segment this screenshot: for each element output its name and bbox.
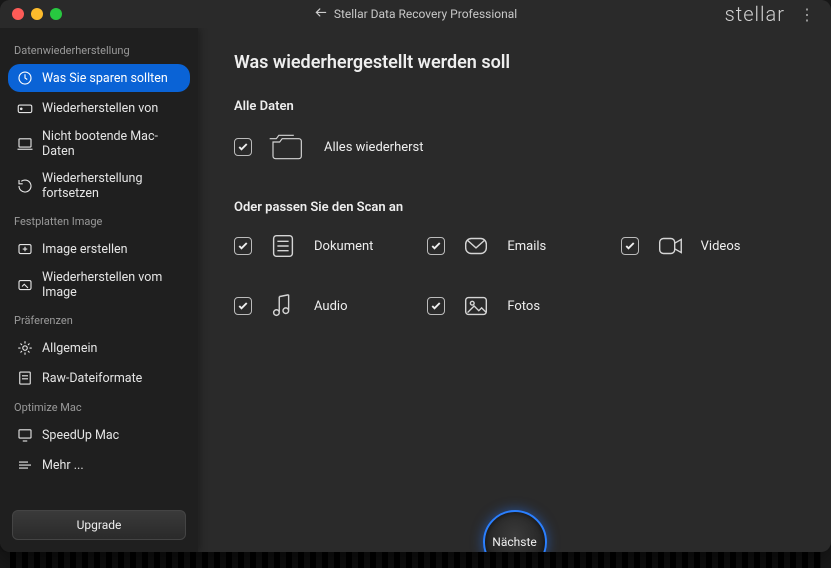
sidebar-item-label: Wiederherstellen vom Image	[42, 270, 182, 300]
sidebar-section-title: Festplatten Image	[8, 207, 190, 234]
sidebar-item-what-to-recover[interactable]: Was Sie sparen sollten	[8, 64, 190, 92]
header-right: stellar ⋮	[725, 2, 819, 26]
sidebar-item-speedup-mac[interactable]: SpeedUp Mac	[8, 421, 190, 449]
checkbox-photos[interactable]	[427, 297, 445, 315]
recovery-type-label: Emails	[507, 239, 546, 254]
window-body: Datenwiederherstellung Was Sie sparen so…	[0, 28, 831, 552]
recovery-type-emails: Emails	[427, 231, 600, 261]
sidebar-item-label: Nicht bootende Mac-Daten	[42, 129, 182, 159]
recovery-type-grid: Dokument Emails Videos Audio	[234, 231, 794, 321]
next-button[interactable]: Nächste	[483, 510, 547, 552]
app-window: Stellar Data Recovery Professional stell…	[0, 0, 831, 552]
photo-icon	[459, 291, 493, 321]
window-title-text: Stellar Data Recovery Professional	[334, 7, 517, 21]
next-button-label: Nächste	[492, 535, 536, 549]
recovery-type-document: Dokument	[234, 231, 407, 261]
sidebar-item-restore-from-image[interactable]: Wiederherstellen vom Image	[8, 265, 190, 305]
image-restore-icon	[16, 276, 34, 294]
sidebar-section-title: Präferenzen	[8, 306, 190, 333]
mac-icon	[16, 135, 34, 153]
main-content: Was wiederhergestellt werden soll Alle D…	[198, 28, 831, 552]
recover-everything-row: Alles wiederherst	[234, 130, 795, 164]
video-icon	[653, 231, 687, 261]
document-icon	[266, 231, 300, 261]
recovery-type-label: Fotos	[507, 299, 540, 314]
traffic-lights	[12, 8, 62, 20]
all-data-heading: Alle Daten	[234, 99, 795, 114]
gear-icon	[16, 339, 34, 357]
speedup-icon	[16, 426, 34, 444]
sidebar-item-non-booting-mac[interactable]: Nicht bootende Mac-Daten	[8, 124, 190, 164]
checkbox-document[interactable]	[234, 237, 252, 255]
resume-icon	[16, 177, 34, 195]
sidebar-item-label: Allgemein	[42, 341, 97, 356]
sidebar-item-label: Mehr ...	[42, 458, 84, 473]
sidebar-item-label: Wiederherstellung fortsetzen	[42, 171, 182, 201]
page-title: Was wiederhergestellt werden soll	[234, 52, 795, 73]
sidebar-section-title: Optimize Mac	[8, 393, 190, 420]
restore-icon	[16, 69, 34, 87]
raw-icon	[16, 369, 34, 387]
upgrade-button[interactable]: Upgrade	[12, 510, 186, 540]
sidebar-item-more[interactable]: Mehr ...	[8, 451, 190, 479]
audio-icon	[266, 291, 300, 321]
sidebar-item-general-prefs[interactable]: Allgemein	[8, 334, 190, 362]
checkbox-everything[interactable]	[234, 138, 252, 156]
checkbox-audio[interactable]	[234, 297, 252, 315]
sidebar-item-label: Wiederherstellen von	[42, 101, 158, 116]
sidebar-item-label: Raw-Dateiformate	[42, 371, 142, 386]
sidebar-item-create-image[interactable]: Image erstellen	[8, 235, 190, 263]
checkbox-videos[interactable]	[621, 237, 639, 255]
recovery-type-photos: Fotos	[427, 291, 600, 321]
drive-icon	[16, 99, 34, 117]
sidebar-item-resume-recovery[interactable]: Wiederherstellung fortsetzen	[8, 166, 190, 206]
folder-stack-icon	[268, 130, 308, 164]
sidebar: Datenwiederherstellung Was Sie sparen so…	[0, 28, 198, 552]
sidebar-item-label: Image erstellen	[42, 242, 128, 257]
window-title: Stellar Data Recovery Professional	[10, 6, 821, 23]
back-icon[interactable]	[314, 6, 328, 23]
customize-heading: Oder passen Sie den Scan an	[234, 200, 795, 215]
sidebar-item-label: Was Sie sparen sollten	[42, 71, 168, 86]
close-window-button[interactable]	[12, 8, 24, 20]
minimize-window-button[interactable]	[31, 8, 43, 20]
sidebar-item-recover-from[interactable]: Wiederherstellen von	[8, 94, 190, 122]
kebab-menu-icon[interactable]: ⋮	[795, 3, 819, 26]
recovery-type-audio: Audio	[234, 291, 407, 321]
image-create-icon	[16, 240, 34, 258]
checkbox-emails[interactable]	[427, 237, 445, 255]
fullscreen-window-button[interactable]	[50, 8, 62, 20]
sidebar-item-raw-formats[interactable]: Raw-Dateiformate	[8, 364, 190, 392]
sidebar-section-title: Datenwiederherstellung	[8, 36, 190, 63]
decorative-shadow	[10, 552, 821, 568]
recovery-type-label: Audio	[314, 299, 347, 314]
sidebar-item-label: SpeedUp Mac	[42, 428, 119, 443]
recovery-type-label: Dokument	[314, 239, 373, 254]
brand-logo: stellar	[725, 2, 785, 26]
recover-everything-label: Alles wiederherst	[324, 140, 424, 155]
email-icon	[459, 231, 493, 261]
recovery-type-label: Videos	[701, 239, 741, 254]
window-header: Stellar Data Recovery Professional stell…	[0, 0, 831, 28]
more-icon	[16, 456, 34, 474]
recovery-type-videos: Videos	[621, 231, 794, 261]
